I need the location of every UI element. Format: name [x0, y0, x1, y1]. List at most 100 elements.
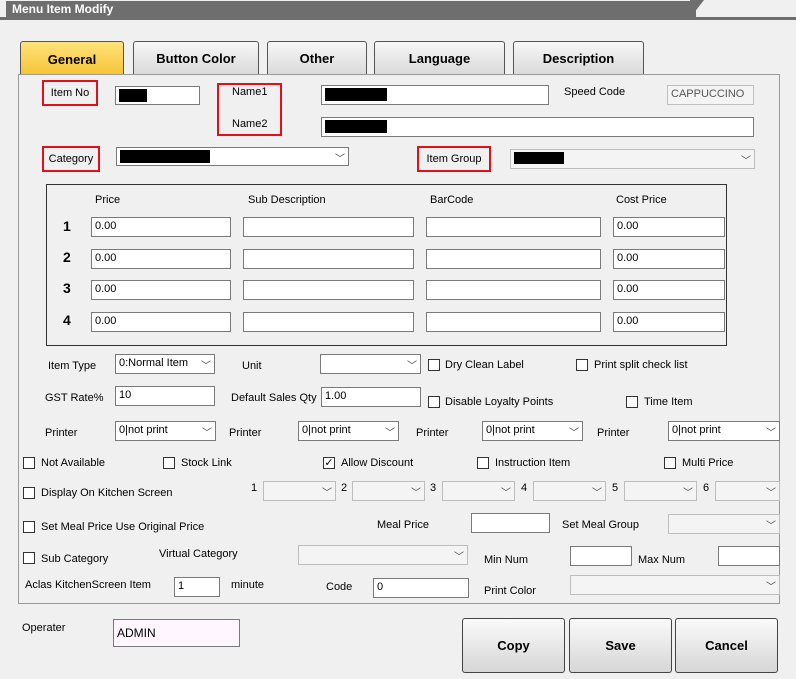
- multi-price-checkbox[interactable]: [664, 457, 676, 469]
- minute-label: minute: [231, 579, 265, 591]
- set-meal-price-checkbox[interactable]: [23, 521, 35, 533]
- kitchen-select-5[interactable]: ﹀: [624, 481, 697, 501]
- min-num-input[interactable]: [570, 546, 632, 566]
- copy-button[interactable]: Copy: [462, 618, 565, 673]
- printer4-select[interactable]: 0|not print ﹀: [668, 421, 780, 441]
- kitchen-num-label: 1: [251, 482, 258, 494]
- chevron-down-icon: ﹀: [411, 488, 421, 499]
- item-group-label: Item Group: [417, 146, 491, 172]
- print-split-label: Print split check list: [594, 359, 688, 371]
- item-group-select[interactable]: ﹀: [510, 149, 755, 169]
- set-meal-group-select[interactable]: ﹀: [668, 514, 780, 534]
- gst-rate-input[interactable]: 10: [115, 386, 215, 406]
- default-sales-qty-input[interactable]: 1.00: [321, 387, 421, 407]
- tab-description[interactable]: Description: [513, 41, 644, 75]
- kitchen-select-4[interactable]: ﹀: [533, 481, 606, 501]
- chevron-down-icon: ﹀: [501, 488, 511, 499]
- chevron-down-icon: ﹀: [592, 488, 602, 499]
- price-input[interactable]: 0.00: [91, 217, 231, 237]
- cost-price-input[interactable]: 0.00: [613, 249, 725, 269]
- row-number: 1: [63, 218, 71, 234]
- sub-description-input[interactable]: [243, 312, 414, 332]
- barcode-input[interactable]: [426, 280, 601, 300]
- code-input[interactable]: 0: [373, 578, 469, 598]
- stock-link-checkbox[interactable]: [163, 457, 175, 469]
- print-split-checkbox[interactable]: [576, 359, 588, 371]
- price-input[interactable]: 0.00: [91, 312, 231, 332]
- sub-description-input[interactable]: [243, 217, 414, 237]
- name2-input[interactable]: [321, 117, 754, 137]
- kitchen-select-2[interactable]: ﹀: [352, 481, 425, 501]
- display-kitchen-checkbox[interactable]: [23, 487, 35, 499]
- name1-label: Name1: [232, 86, 268, 98]
- printer1-select[interactable]: 0|not print ﹀: [115, 421, 216, 441]
- meal-price-input[interactable]: [471, 513, 550, 533]
- cost-price-input[interactable]: 0.00: [613, 217, 725, 237]
- price-input[interactable]: 0.00: [91, 249, 231, 269]
- chevron-down-icon: ﹀: [741, 156, 751, 167]
- sub-category-label: Sub Category: [41, 553, 109, 565]
- printer2-select[interactable]: 0|not print ﹀: [298, 421, 399, 441]
- operater-input[interactable]: ADMIN: [113, 619, 240, 647]
- instruction-item-checkbox[interactable]: [477, 457, 489, 469]
- name1-input[interactable]: [321, 85, 549, 105]
- sub-description-header: Sub Description: [248, 194, 326, 206]
- printer3-select[interactable]: 0|not print ﹀: [482, 421, 583, 441]
- dry-clean-label: Dry Clean Label: [445, 359, 524, 371]
- speed-code-input[interactable]: CAPPUCCINO: [667, 85, 754, 105]
- stock-link-label: Stock Link: [181, 457, 232, 469]
- barcode-input[interactable]: [426, 249, 601, 269]
- aclas-input[interactable]: 1: [174, 577, 220, 597]
- printer-label: Printer: [45, 427, 78, 439]
- tab-language[interactable]: Language: [374, 41, 505, 75]
- multi-price-label: Multi Price: [682, 457, 734, 469]
- item-no-input[interactable]: [115, 86, 200, 105]
- cost-price-input[interactable]: 0.00: [613, 312, 725, 332]
- price-input[interactable]: 0.00: [91, 280, 231, 300]
- time-item-checkbox[interactable]: [626, 396, 638, 408]
- row-number: 3: [63, 280, 71, 296]
- category-select[interactable]: ﹀: [116, 147, 349, 166]
- virtual-category-select[interactable]: ﹀: [298, 545, 468, 565]
- chevron-down-icon: ﹀: [201, 361, 211, 372]
- barcode-input[interactable]: [426, 217, 601, 237]
- sub-description-input[interactable]: [243, 280, 414, 300]
- print-color-select[interactable]: ﹀: [570, 575, 780, 595]
- barcode-input[interactable]: [426, 312, 601, 332]
- cancel-button[interactable]: Cancel: [675, 618, 778, 673]
- title-underline: [0, 17, 796, 20]
- kitchen-num-label: 2: [341, 482, 348, 494]
- sub-description-input[interactable]: [243, 249, 414, 269]
- tab-other[interactable]: Other: [267, 41, 367, 75]
- kitchen-select-3[interactable]: ﹀: [442, 481, 515, 501]
- max-num-input[interactable]: [718, 546, 780, 566]
- chevron-down-icon: ﹀: [683, 488, 693, 499]
- tab-button-color[interactable]: Button Color: [133, 41, 259, 75]
- item-type-select[interactable]: 0:Normal Item ﹀: [115, 354, 215, 374]
- kitchen-select-1[interactable]: ﹀: [263, 481, 336, 501]
- tab-general[interactable]: General: [20, 41, 124, 77]
- max-num-label: Max Num: [638, 554, 686, 566]
- print-color-label: Print Color: [484, 585, 536, 597]
- printer-label: Printer: [229, 427, 262, 439]
- kitchen-select-6[interactable]: ﹀: [715, 481, 780, 501]
- cost-price-header: Cost Price: [616, 194, 667, 206]
- row-number: 2: [63, 249, 71, 265]
- not-available-label: Not Available: [41, 457, 106, 469]
- speed-code-label: Speed Code: [564, 86, 626, 98]
- printer-label: Printer: [416, 427, 449, 439]
- unit-select[interactable]: ﹀: [320, 354, 421, 374]
- sub-category-checkbox[interactable]: [23, 552, 35, 564]
- dry-clean-checkbox[interactable]: [428, 359, 440, 371]
- chevron-down-icon: ﹀: [766, 488, 776, 499]
- unit-label: Unit: [242, 360, 262, 372]
- allow-discount-checkbox[interactable]: ✓: [323, 457, 335, 469]
- set-meal-price-label: Set Meal Price Use Original Price: [41, 521, 205, 533]
- disable-loyalty-checkbox[interactable]: [428, 396, 440, 408]
- gst-rate-label: GST Rate%: [45, 392, 104, 404]
- cost-price-input[interactable]: 0.00: [613, 280, 725, 300]
- not-available-checkbox[interactable]: [23, 457, 35, 469]
- row-number: 4: [63, 312, 71, 328]
- printer-label: Printer: [597, 427, 630, 439]
- save-button[interactable]: Save: [569, 618, 672, 673]
